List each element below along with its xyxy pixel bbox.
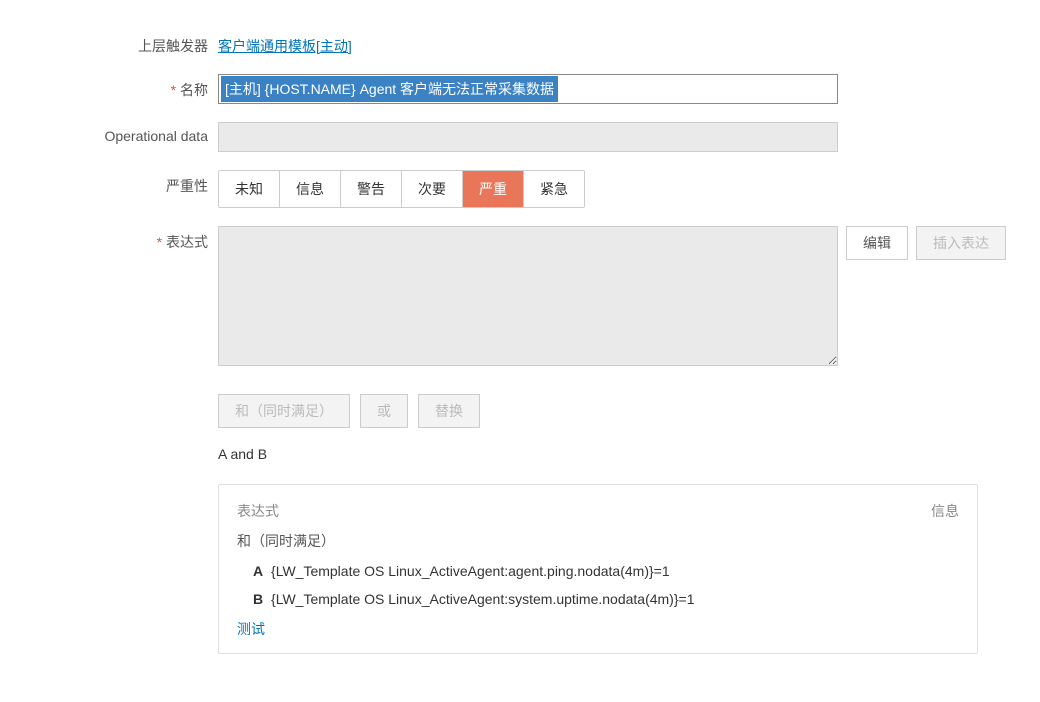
expression-item-b-tag: B (253, 591, 263, 607)
expression-label: 表达式 (0, 226, 218, 252)
edit-button[interactable]: 编辑 (846, 226, 908, 260)
severity-label: 严重性 (0, 170, 218, 196)
operational-data-label: Operational data (0, 122, 218, 144)
severity-option-unknown[interactable]: 未知 (219, 171, 280, 207)
severity-option-severe[interactable]: 严重 (463, 171, 524, 207)
expression-item-a-text: {LW_Template OS Linux_ActiveAgent:agent.… (271, 563, 670, 579)
and-button[interactable]: 和（同时满足） (218, 394, 350, 428)
expression-panel: 表达式 信息 和（同时满足） A {LW_Template OS Linux_A… (218, 484, 978, 654)
expression-summary: A and B (218, 446, 1038, 462)
expression-textarea[interactable] (218, 226, 838, 366)
expression-panel-header-right: 信息 (931, 501, 959, 521)
name-input-text: [主机] {HOST.NAME} Agent 客户端无法正常采集数据 (221, 76, 558, 102)
or-button[interactable]: 或 (360, 394, 408, 428)
operational-data-input[interactable] (218, 122, 838, 152)
test-link[interactable]: 测试 (237, 621, 265, 637)
expression-item-b-text: {LW_Template OS Linux_ActiveAgent:system… (271, 591, 694, 607)
expression-panel-and-label: 和（同时满足） (237, 531, 959, 551)
severity-option-info[interactable]: 信息 (280, 171, 341, 207)
insert-expression-button[interactable]: 插入表达 (916, 226, 1006, 260)
severity-option-minor[interactable]: 次要 (402, 171, 463, 207)
replace-button[interactable]: 替换 (418, 394, 480, 428)
name-input[interactable]: [主机] {HOST.NAME} Agent 客户端无法正常采集数据 (218, 74, 838, 104)
expression-item-a-tag: A (253, 563, 263, 579)
parent-trigger-link[interactable]: 客户端通用模板[主动] (218, 30, 352, 56)
expression-panel-header-left: 表达式 (237, 501, 279, 521)
severity-option-critical[interactable]: 紧急 (524, 171, 584, 207)
expression-item-a: A {LW_Template OS Linux_ActiveAgent:agen… (237, 563, 959, 579)
severity-group: 未知 信息 警告 次要 严重 紧急 (218, 170, 585, 208)
severity-option-warning[interactable]: 警告 (341, 171, 402, 207)
name-label: 名称 (0, 74, 218, 100)
expression-item-b: B {LW_Template OS Linux_ActiveAgent:syst… (237, 591, 959, 607)
parent-trigger-label: 上层触发器 (0, 30, 218, 56)
